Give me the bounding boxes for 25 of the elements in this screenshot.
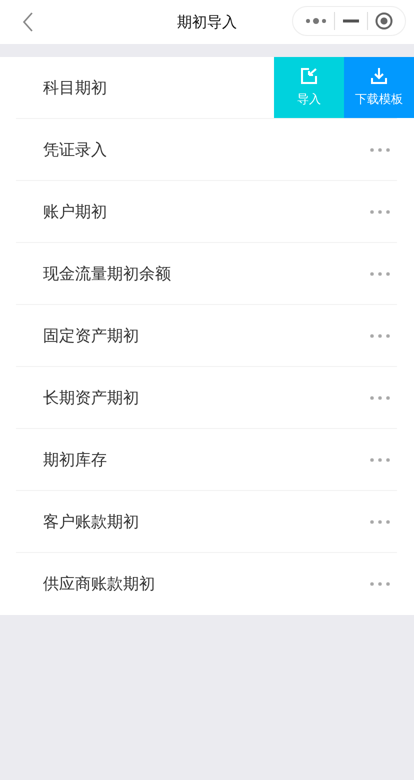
item-label: 现金流量期初余额 <box>43 264 171 284</box>
item-label: 长期资产期初 <box>43 388 139 408</box>
item-label: 供应商账款期初 <box>43 574 155 594</box>
item-label: 固定资产期初 <box>43 326 139 346</box>
more-icon[interactable] <box>370 210 390 214</box>
more-icon[interactable] <box>370 334 390 338</box>
item-label: 账户期初 <box>43 202 107 222</box>
item-label: 客户账款期初 <box>43 512 139 532</box>
item-label: 期初库存 <box>43 450 107 470</box>
back-icon[interactable] <box>22 12 34 32</box>
more-icon[interactable] <box>304 17 327 25</box>
close-icon[interactable] <box>375 12 394 30</box>
import-icon <box>300 67 318 85</box>
more-icon[interactable] <box>370 272 390 276</box>
item-label: 科目期初 <box>43 78 107 98</box>
more-icon[interactable] <box>370 458 390 462</box>
more-icon[interactable] <box>370 148 390 152</box>
more-icon[interactable] <box>370 582 390 586</box>
page-title: 期初导入 <box>177 12 237 32</box>
list-item[interactable]: 供应商账款期初 <box>16 553 414 615</box>
item-label: 凭证录入 <box>43 140 107 160</box>
download-icon <box>370 67 388 85</box>
minimize-icon[interactable] <box>342 19 359 23</box>
more-icon[interactable] <box>370 520 390 524</box>
more-icon[interactable] <box>370 396 390 400</box>
